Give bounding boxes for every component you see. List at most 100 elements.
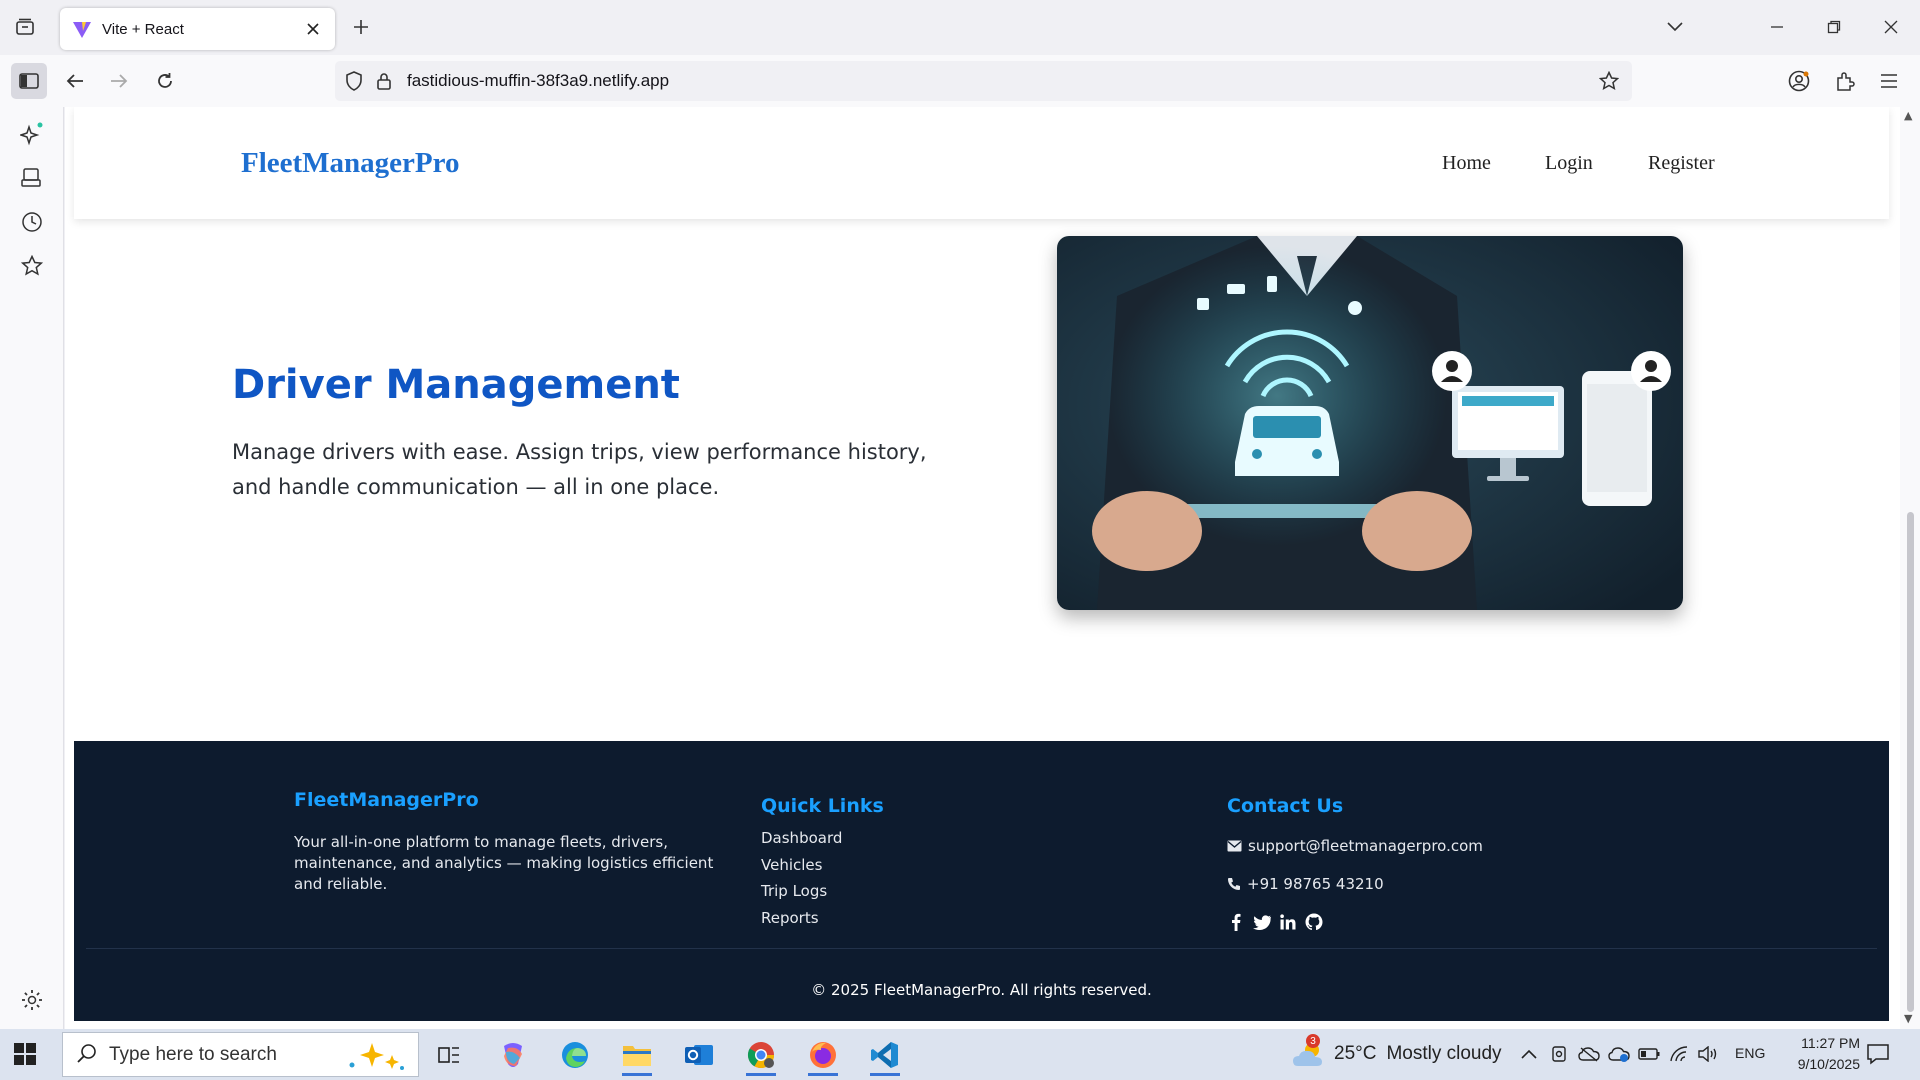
taskbar-search-box[interactable]: Type here to search: [62, 1032, 419, 1077]
chrome-icon[interactable]: [736, 1033, 786, 1076]
restore-window-icon[interactable]: [1819, 14, 1849, 40]
linkedin-icon[interactable]: [1279, 913, 1297, 931]
tab-vite-react[interactable]: Vite + React: [60, 8, 335, 50]
windows-taskbar: Type here to search 3 25°C Mostly cloudy…: [0, 1029, 1920, 1080]
browser-sidebar: [0, 107, 64, 1029]
clock-time: 11:27 PM: [1801, 1035, 1860, 1051]
envelope-icon: [1227, 840, 1242, 852]
quick-links-list: Dashboard Vehicles Trip Logs Reports: [761, 829, 842, 935]
driver-management-illustration: [1057, 236, 1683, 610]
forward-icon[interactable]: [101, 63, 137, 99]
site-header: FleetManagerPro Home Login Register: [74, 107, 1889, 219]
app-running-indicator: [746, 1073, 776, 1076]
page-viewport: FleetManagerPro Home Login Register Driv…: [65, 107, 1900, 1029]
meet-now-icon[interactable]: [1548, 1043, 1570, 1065]
firefox-icon[interactable]: [798, 1033, 848, 1076]
menu-icon[interactable]: [1871, 63, 1907, 99]
tracking-protection-icon[interactable]: [343, 70, 365, 92]
settings-gear-icon[interactable]: [18, 986, 46, 1014]
site-logo-text[interactable]: FleetManagerPro: [241, 147, 459, 180]
bookmark-star-icon[interactable]: [1598, 70, 1620, 92]
language-indicator[interactable]: ENG: [1735, 1045, 1765, 1061]
weather-condition: Mostly cloudy: [1386, 1043, 1502, 1064]
vscode-icon[interactable]: [860, 1033, 910, 1076]
cloudy-weather-icon: 3: [1292, 1034, 1326, 1068]
github-icon[interactable]: [1305, 913, 1323, 931]
footer-link-trip-logs[interactable]: Trip Logs: [761, 882, 842, 909]
minimize-window-icon[interactable]: [1762, 14, 1792, 40]
scrollbar-thumb[interactable]: [1907, 512, 1914, 1012]
tab-title: Vite + React: [102, 20, 184, 38]
quick-links-heading: Quick Links: [761, 795, 884, 817]
task-view-icon[interactable]: [424, 1033, 474, 1076]
app-running-indicator: [622, 1073, 652, 1076]
search-placeholder[interactable]: Type here to search: [109, 1044, 277, 1066]
account-icon[interactable]: [1781, 63, 1817, 99]
onedrive-icon[interactable]: [1578, 1043, 1600, 1065]
footer-description: Your all-in-one platform to manage fleet…: [294, 833, 714, 893]
show-hidden-icons-chevron-icon[interactable]: [1518, 1043, 1540, 1065]
contact-email-text[interactable]: support@fleetmanagerpro.com: [1248, 837, 1483, 855]
page-scrollbar[interactable]: ▲ ▼: [1900, 107, 1920, 1029]
url-text[interactable]: fastidious-muffin-38f3a9.netlify.app: [407, 71, 669, 91]
battery-icon[interactable]: [1638, 1043, 1660, 1065]
weather-widget[interactable]: 3 25°C Mostly cloudy: [1292, 1034, 1502, 1068]
outlook-icon[interactable]: [674, 1033, 724, 1076]
new-tab-icon[interactable]: [348, 14, 374, 40]
app-running-indicator: [870, 1073, 900, 1076]
contact-heading: Contact Us: [1227, 795, 1344, 817]
file-explorer-icon[interactable]: [612, 1033, 662, 1076]
social-links: [1227, 913, 1323, 931]
section-description: Manage drivers with ease. Assign trips, …: [232, 440, 927, 499]
app-running-indicator: [808, 1073, 838, 1076]
wifi-icon[interactable]: [1668, 1043, 1690, 1065]
tab-close-icon[interactable]: [303, 19, 323, 39]
back-icon[interactable]: [57, 63, 93, 99]
extensions-icon[interactable]: [1827, 63, 1863, 99]
footer-brand: FleetManagerPro: [294, 789, 479, 811]
browser-nav-bar: fastidious-muffin-38f3a9.netlify.app: [0, 55, 1920, 107]
edge-browser-icon[interactable]: [550, 1033, 600, 1076]
nav-register-link[interactable]: Register: [1648, 152, 1715, 175]
sidebar-toggle-icon[interactable]: [11, 63, 47, 99]
windows-start-icon[interactable]: [14, 1043, 36, 1065]
bookmarks-icon[interactable]: [18, 252, 46, 280]
footer-divider: [86, 948, 1877, 949]
facebook-icon[interactable]: [1227, 913, 1245, 931]
copilot-sparkle-icon[interactable]: [344, 1041, 406, 1075]
twitter-icon[interactable]: [1253, 913, 1271, 931]
scroll-up-icon[interactable]: ▲: [1904, 109, 1912, 122]
clock-date: 9/10/2025: [1797, 1056, 1860, 1072]
notifications-icon[interactable]: [1866, 1042, 1892, 1068]
nav-login-link[interactable]: Login: [1545, 152, 1593, 175]
search-icon: [77, 1043, 97, 1067]
browser-tab-bar: Vite + React: [0, 0, 1920, 55]
lock-icon[interactable]: [373, 70, 395, 92]
site-footer: FleetManagerPro Your all-in-one platform…: [74, 741, 1889, 1021]
footer-link-dashboard[interactable]: Dashboard: [761, 829, 842, 856]
address-bar[interactable]: fastidious-muffin-38f3a9.netlify.app: [335, 61, 1632, 101]
volume-icon[interactable]: [1697, 1043, 1719, 1065]
footer-link-reports[interactable]: Reports: [761, 909, 842, 936]
scroll-down-icon[interactable]: ▼: [1904, 1012, 1912, 1025]
ai-chatbot-icon[interactable]: [18, 120, 46, 148]
contact-email[interactable]: support@fleetmanagerpro.com: [1227, 837, 1483, 855]
tab-overview-icon[interactable]: [12, 14, 38, 40]
contact-phone-text[interactable]: +91 98765 43210: [1247, 875, 1384, 893]
synced-tabs-icon[interactable]: [18, 164, 46, 192]
history-icon[interactable]: [18, 208, 46, 236]
list-all-tabs-icon[interactable]: [1660, 14, 1690, 40]
copilot-app-icon[interactable]: [488, 1033, 538, 1076]
phone-icon: [1228, 878, 1240, 890]
taskbar-clock[interactable]: 11:27 PM 9/10/2025: [1768, 1033, 1860, 1075]
nav-home-link[interactable]: Home: [1442, 152, 1491, 175]
section-title: Driver Management: [232, 362, 680, 408]
vite-favicon-icon: [72, 19, 92, 39]
sync-status-icon[interactable]: [1608, 1043, 1630, 1065]
weather-alert-badge: 3: [1306, 1034, 1320, 1048]
footer-link-vehicles[interactable]: Vehicles: [761, 856, 842, 883]
contact-phone[interactable]: +91 98765 43210: [1227, 875, 1384, 893]
reload-icon[interactable]: [147, 63, 183, 99]
weather-temperature: 25°C: [1334, 1043, 1377, 1064]
close-window-icon[interactable]: [1876, 14, 1906, 40]
